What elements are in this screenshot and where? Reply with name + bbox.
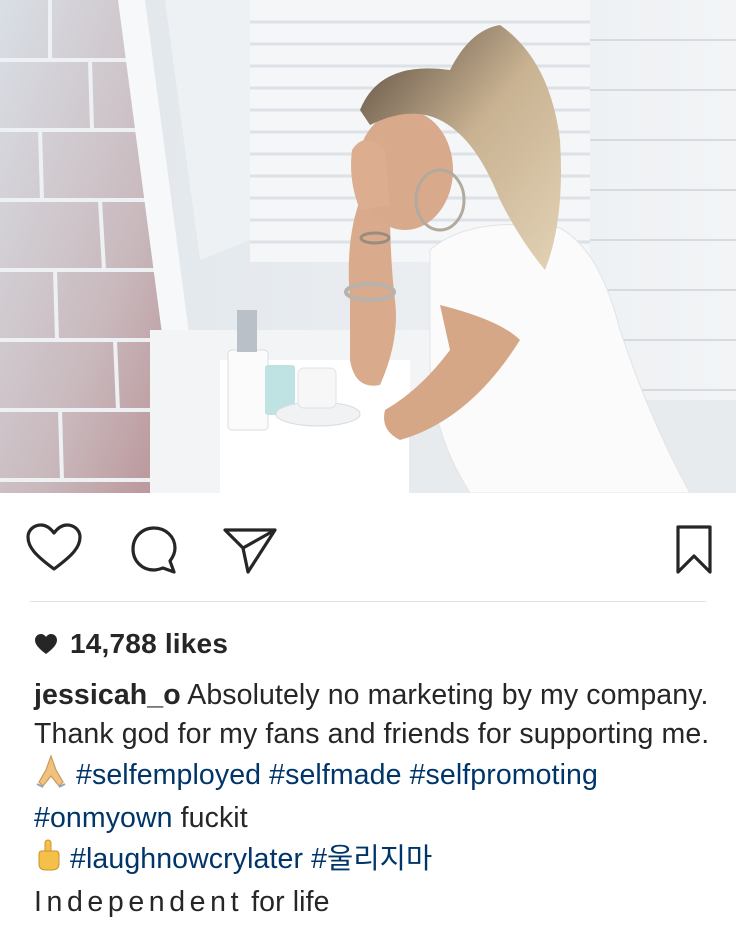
folded-hands-icon	[36, 754, 66, 788]
heart-outline-icon[interactable]	[25, 522, 83, 574]
middle-finger-icon	[38, 839, 60, 871]
heart-filled-icon	[35, 634, 57, 654]
caption-independent: Independent	[34, 886, 244, 918]
paper-plane-icon[interactable]	[222, 524, 278, 576]
hashtag-selfpromoting[interactable]: #selfpromoting	[410, 759, 598, 791]
post-caption: jessicah_o Absolutely no marketing by my…	[34, 676, 724, 922]
likes-text: 14,788 likes	[70, 628, 229, 659]
post-photo[interactable]	[0, 0, 736, 493]
hashtag-onmyown[interactable]: #onmyown	[34, 802, 173, 834]
comment-bubble-icon[interactable]	[128, 524, 180, 576]
post-photo-illustration	[0, 0, 736, 493]
action-divider	[30, 601, 706, 602]
bookmark-outline-icon[interactable]	[674, 524, 714, 576]
caption-for-life: for life	[251, 886, 330, 918]
likes-count[interactable]: 14,788 likes	[34, 624, 228, 664]
caption-username[interactable]: jessicah_o	[34, 679, 181, 711]
post-action-bar	[0, 518, 736, 578]
hashtag-selfmade[interactable]: #selfmade	[269, 759, 401, 791]
hashtag-selfemployed[interactable]: #selfemployed	[76, 759, 261, 791]
caption-text-2: fuckit	[172, 802, 248, 834]
middle-finger-emoji	[34, 838, 62, 883]
hashtag-korean[interactable]: #울리지마	[311, 843, 432, 875]
folded-hands-emoji	[34, 754, 68, 799]
hashtag-laughnowcrylater[interactable]: #laughnowcrylater	[70, 843, 303, 875]
